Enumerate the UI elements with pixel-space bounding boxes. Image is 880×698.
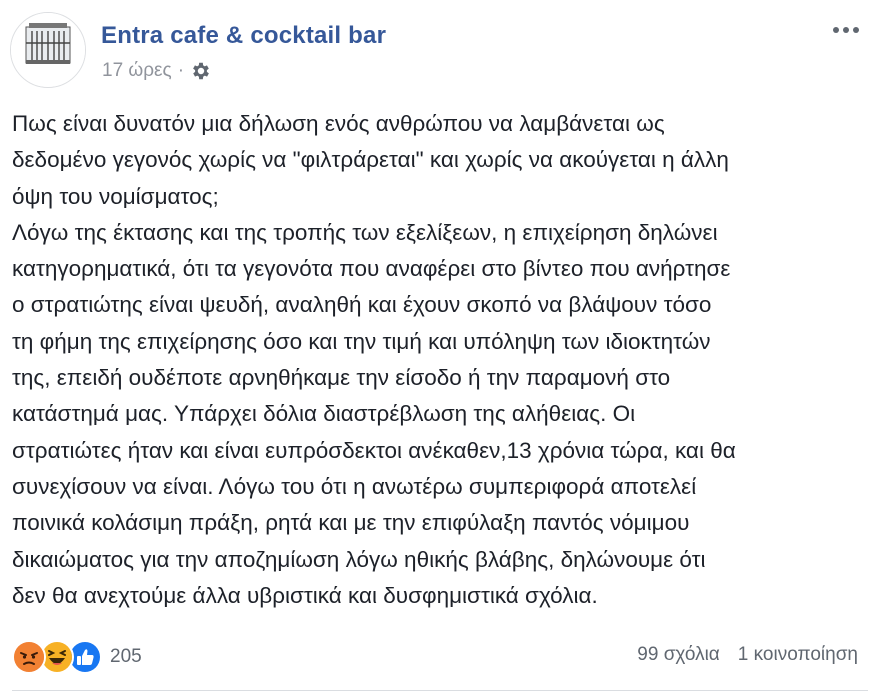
more-options-button[interactable] xyxy=(828,18,864,42)
shares-count-link[interactable]: 1 κοινοποίηση xyxy=(738,644,858,666)
more-dot xyxy=(853,27,859,33)
post-footer: 205 99 σχόλια 1 κοινοποίηση xyxy=(12,635,858,675)
engagement-counts: 99 σχόλια 1 κοινοποίηση xyxy=(637,644,858,666)
comments-count-link[interactable]: 99 σχόλια xyxy=(637,644,720,666)
post-text-line: στρατιώτες ήταν και είναι ευπρόσδεκτοι α… xyxy=(12,437,736,463)
post-meta: 17 ώρες · xyxy=(102,60,212,82)
gear-icon[interactable] xyxy=(190,60,212,82)
post-body: Πως είναι δυνατόν μια δήλωση ενός ανθρώπ… xyxy=(12,106,868,614)
more-dot xyxy=(833,27,839,33)
post-text-line: τη φήμη της επιχείρησης όσο και την τιμή… xyxy=(12,328,711,354)
post-text-line: συνεχίσουν να είναι. Λόγω του ότι η ανωτ… xyxy=(12,473,697,499)
post-text-line: κατάστημά μας. Υπάρχει δόλια διαστρέβλωσ… xyxy=(12,401,636,427)
post-text-line: ο στρατιώτης είναι ψευδή, αναληθή και έχ… xyxy=(12,292,712,318)
page-avatar[interactable] xyxy=(10,12,86,88)
post-text-line: δικαιώματος για την αποζημίωση λόγω ηθικ… xyxy=(12,546,706,572)
post-text-line: όψη του νομίσματος; xyxy=(12,183,219,209)
post-text-line: δεν θα ανεχτούμε άλλα υβριστικά και δυσφ… xyxy=(12,582,598,608)
post-text-line: κατηγορηματικά, ότι τα γεγονότα που αναφ… xyxy=(12,256,731,282)
footer-divider xyxy=(12,690,868,691)
meta-separator: · xyxy=(177,60,185,81)
post-header: Entra cafe & cocktail bar 17 ώρες · xyxy=(10,12,870,92)
reactions-summary[interactable]: 205 xyxy=(12,640,142,674)
post-text-line: Λόγω της έκτασης και της τροπής των εξελ… xyxy=(12,219,718,245)
reaction-count[interactable]: 205 xyxy=(110,646,142,668)
entra-logo-icon xyxy=(11,13,85,87)
post-text-line: Πως είναι δυνατόν μια δήλωση ενός ανθρώπ… xyxy=(12,111,665,136)
post-text-line: της, επειδή ουδέποτε αρνηθήκαμε την είσο… xyxy=(12,365,671,391)
post-text-line: ποινικά κολάσιμη πράξη, ρητά και με την … xyxy=(12,510,690,536)
page-name-link[interactable]: Entra cafe & cocktail bar xyxy=(101,22,386,50)
more-dot xyxy=(843,27,849,33)
post-timestamp[interactable]: 17 ώρες xyxy=(102,60,172,82)
angry-reaction-icon xyxy=(12,640,46,674)
post-text-line: δεδομένο γεγονός χωρίς να "φιλτράρεται" … xyxy=(12,147,729,173)
